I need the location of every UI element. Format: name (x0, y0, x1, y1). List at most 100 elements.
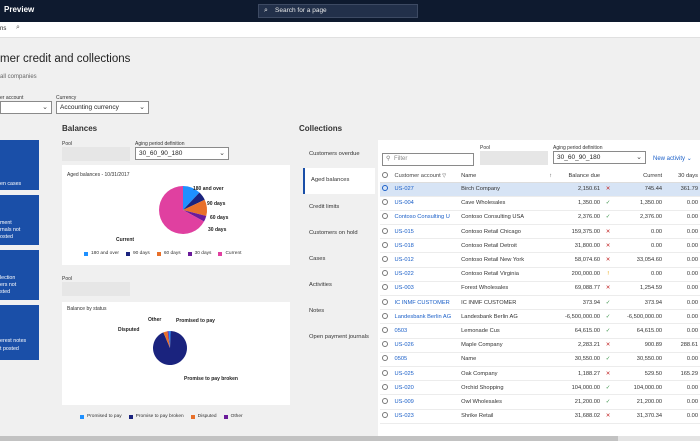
days-30-amount: 0.00 (664, 224, 700, 240)
scrollbar-thumb[interactable] (0, 436, 618, 441)
table-header-row: Customer account ▽ Name ↑ Balance due Cu… (380, 171, 700, 183)
row-select-radio[interactable] (380, 267, 393, 282)
column-balance-due[interactable]: Balance due (557, 171, 603, 183)
table-row[interactable]: Contoso Consulting U Contoso Consulting U… (380, 210, 700, 226)
horizontal-scrollbar[interactable] (0, 436, 700, 441)
column-current[interactable]: Current (614, 171, 665, 183)
chevron-down-icon: ⌄ (636, 154, 642, 161)
table-row[interactable]: 0503 Lemonade Cus 64,615.00 ✓ 64,615.00 0.00 (380, 323, 700, 339)
row-select-radio[interactable] (380, 210, 393, 226)
current-amount: 30,550.00 (614, 352, 665, 367)
customer-account-link[interactable]: Landesbank Berlin AG (392, 309, 460, 325)
row-select-radio[interactable] (380, 295, 393, 311)
pool-select[interactable] (62, 282, 130, 296)
customer-account-link[interactable]: 0505 (392, 352, 460, 367)
column-30-days[interactable]: 30 days (664, 171, 700, 183)
table-row[interactable]: IC INMF CUSTOMER IC INMF CUSTOMER 373.94 ✓ 3… (380, 295, 700, 311)
row-select-radio[interactable] (380, 409, 393, 424)
row-select-radio[interactable] (380, 394, 393, 410)
nav-notes[interactable]: Notes (303, 308, 375, 314)
customer-name: Birch Company (459, 182, 548, 197)
grid-filter-input[interactable]: ⚲ Filter (382, 153, 474, 166)
tile-open-cases[interactable]: en cases (0, 140, 39, 190)
tile-label: osted (0, 234, 13, 240)
customer-account-link[interactable]: 0503 (392, 323, 460, 339)
aging-period-select[interactable]: 30_60_90_180 ⌄ (135, 147, 229, 160)
table-row[interactable]: 0505 Name 30,550.00 ✓ 30,550.00 0.00 (380, 352, 700, 367)
row-select-radio[interactable] (380, 352, 393, 367)
customer-account-link[interactable]: US-023 (392, 409, 460, 424)
column-name[interactable]: Name (459, 171, 548, 183)
table-row[interactable]: US-026 Maple Company 2,283.21 ✕ 900.89 288.61 (380, 338, 700, 353)
search-icon[interactable]: ⌕ (16, 24, 20, 32)
pool-select[interactable] (480, 151, 548, 165)
column-customer-account[interactable]: Customer account ▽ (392, 171, 460, 183)
table-row[interactable]: US-003 Forest Wholesales 69,088.77 ✕ 1,254.5… (380, 281, 700, 297)
customer-account-link[interactable]: US-026 (392, 338, 460, 353)
chevron-down-icon: ⌄ (686, 156, 692, 162)
row-select-radio[interactable] (380, 366, 393, 382)
row-select-radio[interactable] (380, 338, 393, 353)
table-row[interactable]: US-023 Shrike Retail 31,688.02 ✕ 31,370.34 0.… (380, 409, 700, 424)
customer-account-link[interactable]: US-027 (392, 182, 460, 197)
table-row[interactable]: US-022 Contoso Retail Virginia 200,000.00!… (380, 267, 700, 282)
nav-aged-balances[interactable]: Aged balances (303, 168, 375, 194)
table-row[interactable]: US-009 Owl Wholesales 21,200.00 ✓ 21,200.00 0… (380, 394, 700, 410)
nav-cases[interactable]: Cases (303, 256, 375, 262)
status-check-icon: ✓ (602, 352, 615, 367)
new-activity-button[interactable]: New activity ⌄ (653, 155, 692, 162)
customer-name: Contoso Retail Virginia (459, 267, 548, 282)
select-all-radio[interactable] (380, 171, 393, 183)
row-select-radio[interactable] (380, 196, 393, 211)
table-row[interactable]: Landesbank Berlin AG Landesbank Berlin AG… (380, 309, 700, 325)
table-row[interactable]: US-020 Orchid Shopping 104,000.00 ✓ 104,000.… (380, 380, 700, 396)
table-row[interactable]: US-015 Contoso Retail Chicago 159,375.00 ✕ 0… (380, 224, 700, 240)
row-select-radio[interactable] (380, 238, 393, 254)
table-row[interactable]: US-025 Oak Company 1,188.27 ✕ 529.50 165.29 (380, 366, 700, 382)
options-menu[interactable]: ns (0, 26, 6, 32)
table-row[interactable]: US-004 Cave Wholesales 1,350.00 ✓ 1,350.00 0.… (380, 196, 700, 211)
row-select-radio[interactable] (380, 182, 393, 197)
table-row[interactable]: US-027 Birch Company 2,150.61 ✕ 745.44 361.79 (380, 182, 700, 197)
currency-select[interactable]: Accounting currency ⌄ (56, 101, 149, 114)
global-search-box[interactable]: ⌕ Search for a page (258, 4, 418, 18)
customer-account-link[interactable]: US-018 (392, 238, 460, 254)
tile-collection-letters[interactable]: lection ers not sted (0, 250, 39, 300)
table-row[interactable]: US-012 Contoso Retail New York 58,074.60 ✕ 3… (380, 252, 700, 268)
nav-activities[interactable]: Activities (303, 282, 375, 288)
row-select-radio[interactable] (380, 309, 393, 325)
balance-due: 2,376.00 (557, 210, 603, 226)
customer-name: Lemonade Cus (459, 323, 548, 339)
customer-account-link[interactable]: IC INMF CUSTOMER (392, 295, 460, 311)
row-select-radio[interactable] (380, 224, 393, 240)
customer-account-select[interactable]: ⌄ (0, 101, 52, 114)
customer-account-link[interactable]: US-003 (392, 281, 460, 297)
nav-customers-overdue[interactable]: Customers overdue (303, 151, 375, 157)
customer-account-link[interactable]: US-004 (392, 196, 460, 211)
customer-account-link[interactable]: US-020 (392, 380, 460, 396)
customer-account-link[interactable]: US-009 (392, 394, 460, 410)
slice-label-current: Current (116, 237, 135, 243)
customer-account-link[interactable]: US-015 (392, 224, 460, 240)
nav-open-payment-journals[interactable]: Open payment journals (303, 334, 375, 340)
tile-payment-journals[interactable]: ment rnals not osted (0, 195, 39, 245)
table-row[interactable]: US-018 Contoso Retail Detroit 31,800.00 ✕ 0.… (380, 238, 700, 254)
legend-item: 60 days (156, 251, 181, 256)
nav-customers-on-hold[interactable]: Customers on hold (303, 230, 375, 236)
chevron-down-icon: ⌄ (219, 150, 225, 157)
row-select-radio[interactable] (380, 323, 393, 339)
pool-select[interactable] (62, 147, 130, 161)
sort-arrow-icon[interactable]: ↑ (547, 171, 558, 183)
customer-account-link[interactable]: US-012 (392, 252, 460, 268)
customer-account-link[interactable]: US-022 (392, 267, 460, 282)
tile-interest-notes[interactable]: erest notes t posted (0, 305, 39, 360)
days-30-amount: 0.00 (664, 252, 700, 268)
customer-account-link[interactable]: Contoso Consulting U (392, 210, 460, 226)
customer-account-link[interactable]: US-025 (392, 366, 460, 382)
aged-balances-pie-chart (159, 186, 207, 234)
row-select-radio[interactable] (380, 380, 393, 396)
nav-credit-limits[interactable]: Credit limits (303, 204, 375, 210)
aging-period-select[interactable]: 30_60_90_180 ⌄ (553, 151, 646, 164)
row-select-radio[interactable] (380, 252, 393, 268)
row-select-radio[interactable] (380, 281, 393, 297)
